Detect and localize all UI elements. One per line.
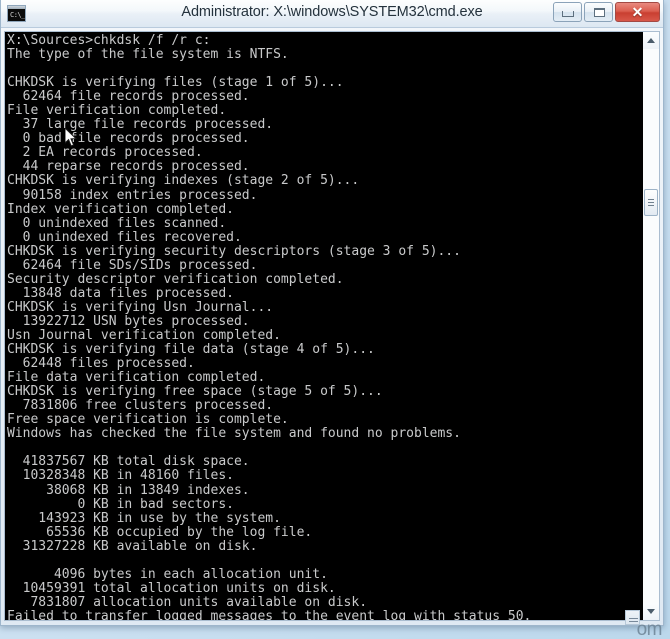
chevron-down-icon — [647, 609, 655, 614]
scroll-down-button[interactable] — [643, 603, 659, 620]
minimize-button[interactable] — [553, 2, 582, 22]
close-icon: ✕ — [631, 4, 644, 20]
close-button[interactable]: ✕ — [615, 2, 660, 22]
console-vertical-scrollbar[interactable] — [643, 31, 660, 621]
chevron-up-icon — [647, 38, 655, 43]
window-client-area: X:\Sources>chkdsk /f /r c: The type of t… — [1, 28, 663, 625]
caption-button-group: ✕ — [553, 2, 660, 22]
scrollbar-thumb[interactable] — [644, 189, 658, 216]
window-title-bar[interactable]: C:\_ Administrator: X:\windows\SYSTEM32\… — [1, 0, 663, 28]
restore-icon — [594, 8, 605, 17]
scrollbar-grip-icon — [648, 199, 654, 206]
console-output-area[interactable]: X:\Sources>chkdsk /f /r c: The type of t… — [4, 31, 643, 621]
watermark-text: om — [636, 619, 663, 639]
scrollbar-track[interactable] — [643, 49, 659, 603]
desktop-background: C:\_ Administrator: X:\windows\SYSTEM32\… — [0, 0, 670, 639]
command-prompt-window: C:\_ Administrator: X:\windows\SYSTEM32\… — [0, 0, 664, 626]
minimize-icon — [562, 11, 574, 17]
console-text: X:\Sources>chkdsk /f /r c: The type of t… — [7, 33, 532, 621]
scroll-up-button[interactable] — [643, 32, 659, 49]
restore-button[interactable] — [584, 2, 613, 22]
